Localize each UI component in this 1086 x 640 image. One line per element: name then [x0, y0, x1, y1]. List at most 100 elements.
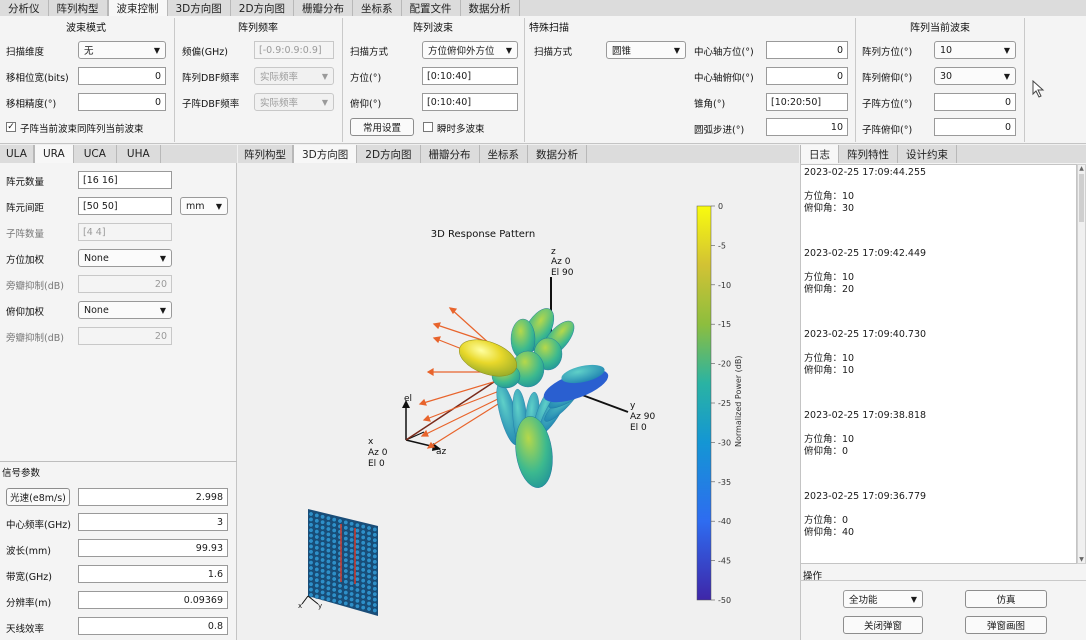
tab-plot-3d[interactable]: 3D方向图 [293, 145, 358, 163]
array-element [308, 560, 314, 565]
cur-sub-az-input[interactable]: 0 [934, 93, 1016, 111]
array-x-label: x [298, 602, 302, 610]
scroll-down-arrow-icon[interactable]: ▼ [1078, 556, 1085, 563]
array-element [372, 586, 378, 592]
sync-checkbox[interactable]: ✓ [6, 122, 16, 132]
scroll-up-arrow-icon[interactable]: ▲ [1078, 165, 1085, 172]
array-el-label: 俯仰(°) [350, 99, 382, 110]
tab-array-props[interactable]: 阵列特性 [839, 145, 898, 163]
array-element [366, 601, 372, 606]
multi-beam-checkbox[interactable] [423, 122, 433, 132]
tab-plot-2d[interactable]: 2D方向图 [357, 145, 421, 163]
tab-coordinates[interactable]: 坐标系 [353, 0, 402, 16]
array-element [320, 535, 326, 541]
log-entry-time: 2023-02-25 17:09:36.779 [804, 491, 927, 502]
log-area[interactable]: 2023-02-25 17:09:44.255 方位角：10 俯仰角：30 2023-… [800, 164, 1077, 564]
array-element [331, 544, 337, 549]
cone-angle-input[interactable]: [10:20:50] [766, 93, 848, 111]
elem-count-input[interactable]: [16 16] [78, 171, 172, 189]
chevron-down-icon: ▼ [910, 594, 917, 604]
tab-grating-lobe[interactable]: 栅瓣分布 [294, 0, 354, 16]
array-element [360, 561, 366, 567]
tab-log[interactable]: 日志 [800, 145, 839, 163]
dbf-freq-select[interactable]: 实际频率 ▼ [254, 67, 334, 85]
tab-plot-coord[interactable]: 坐标系 [480, 145, 529, 163]
simulate-button[interactable]: 仿真 [965, 590, 1047, 608]
az-weight-select[interactable]: None ▼ [78, 249, 172, 267]
light-speed-button[interactable]: 光速(e8m/s) [6, 488, 70, 506]
array-scan-mode-select[interactable]: 方位俯仰外方位 ▼ [422, 41, 518, 59]
array-element [326, 537, 331, 543]
spacing-unit-select[interactable]: mm ▼ [180, 197, 228, 215]
scan-dim-value: 无 [84, 46, 94, 57]
center-freq-input[interactable]: 3 [78, 513, 228, 531]
freq-offset-input[interactable]: [-0.9:0.9:0.9] [254, 41, 334, 59]
wavelength-input[interactable]: 99.93 [78, 539, 228, 557]
info-tabbar: 日志 阵列特性 设计约束 [800, 145, 1086, 163]
log-scrollbar[interactable]: ▲ ▼ [1077, 164, 1086, 564]
array-element [326, 596, 331, 602]
az-sidelobe-input[interactable]: 20 [78, 275, 172, 293]
el-weight-value: None [84, 304, 109, 316]
antenna-eff-input[interactable]: 0.8 [78, 617, 228, 635]
light-speed-input[interactable]: 2.998 [78, 488, 228, 506]
response-pattern-plot: 3D Response Pattern z Az 0 El 90 y Az 90… [298, 202, 743, 616]
popup-plot-button[interactable]: 弹窗画图 [965, 616, 1047, 634]
tab-plot-grating[interactable]: 栅瓣分布 [421, 145, 480, 163]
array-element [331, 538, 337, 544]
scroll-thumb[interactable] [1079, 174, 1084, 222]
array-element [326, 585, 331, 591]
array-element [372, 570, 378, 575]
array-element [360, 599, 366, 605]
shift-bits-label: 移相位宽(bits) [6, 73, 69, 84]
tab-ula[interactable]: ULA [0, 145, 34, 163]
center-az-input[interactable]: 0 [766, 41, 848, 59]
az-sidelobe-label: 旁瓣抑制(dB) [6, 281, 64, 292]
array-element [355, 582, 360, 587]
bandwidth-input[interactable]: 1.6 [78, 565, 228, 583]
shift-prec-input[interactable]: 0 [78, 93, 166, 111]
cur-sub-el-input[interactable]: 0 [934, 118, 1016, 136]
tab-beam-control[interactable]: 波束控制 [107, 0, 168, 16]
common-settings-button[interactable]: 常用设置 [350, 118, 414, 136]
x-axis-label: x [368, 437, 374, 447]
el-weight-select[interactable]: None ▼ [78, 301, 172, 319]
close-popup-button[interactable]: 关闭弹窗 [843, 616, 923, 634]
tab-config-file[interactable]: 配置文件 [402, 0, 461, 16]
function-mode-select[interactable]: 全功能 ▼ [843, 590, 923, 608]
tab-2d-pattern[interactable]: 2D方向图 [231, 0, 295, 16]
tab-plot-array[interactable]: 阵列构型 [238, 145, 293, 163]
resolution-input[interactable]: 0.09369 [78, 591, 228, 609]
array-az-input[interactable]: [0:10:40] [422, 67, 518, 85]
array-element [308, 565, 314, 571]
special-scan-mode-select[interactable]: 圆锥 ▼ [606, 41, 686, 59]
shift-bits-input[interactable]: 0 [78, 67, 166, 85]
center-el-input[interactable]: 0 [766, 67, 848, 85]
log-entry-el: 俯仰角：10 [804, 365, 855, 376]
array-element [360, 551, 366, 556]
sub-dbf-freq-select[interactable]: 实际频率 ▼ [254, 93, 334, 111]
array-element [343, 568, 349, 574]
tab-analyzer[interactable]: 分析仪 [0, 0, 49, 16]
el-sidelobe-input[interactable]: 20 [78, 327, 172, 345]
tab-ura[interactable]: URA [33, 145, 74, 163]
tab-data-analysis[interactable]: 数据分析 [461, 0, 520, 16]
special-scan-mode-label: 扫描方式 [534, 47, 573, 58]
tab-uca[interactable]: UCA [74, 145, 117, 163]
sub-dbf-freq-value: 实际频率 [260, 98, 299, 109]
subarray-count-input[interactable]: [4 4] [78, 223, 172, 241]
array-el-input[interactable]: [0:10:40] [422, 93, 518, 111]
array-element [343, 552, 349, 558]
arc-step-input[interactable]: 10 [766, 118, 848, 136]
cur-el-select[interactable]: 30 ▼ [934, 67, 1016, 85]
tab-array-config[interactable]: 阵列构型 [49, 0, 108, 16]
scan-dim-select[interactable]: 无 ▼ [78, 41, 166, 59]
cur-az-select[interactable]: 10 ▼ [934, 41, 1016, 59]
tab-uha[interactable]: UHA [117, 145, 161, 163]
tab-3d-pattern[interactable]: 3D方向图 [168, 0, 231, 16]
colorbar-tick-label: -10 [718, 281, 731, 290]
array-element [331, 592, 337, 598]
elem-spacing-input[interactable]: [50 50] [78, 197, 172, 215]
tab-design-constraints[interactable]: 设计约束 [898, 145, 957, 163]
tab-plot-data[interactable]: 数据分析 [528, 145, 588, 163]
